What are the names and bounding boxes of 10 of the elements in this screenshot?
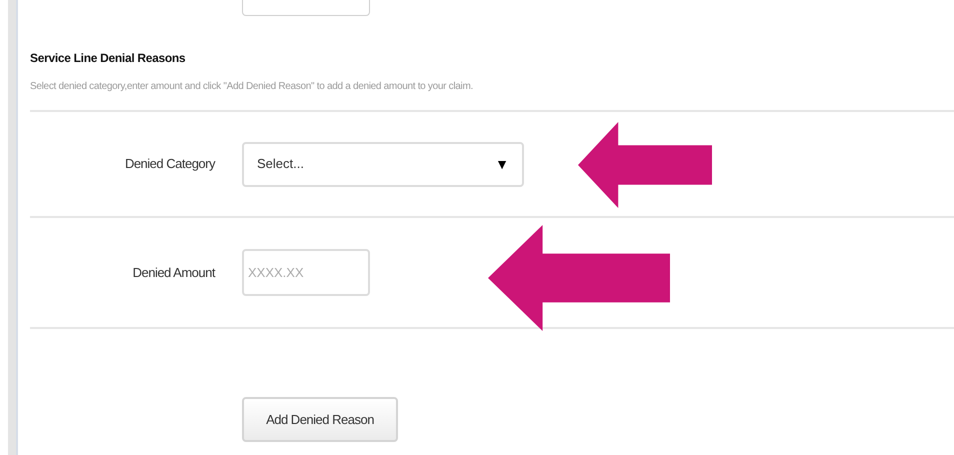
category-dropdown[interactable]: Select... ▼ (242, 142, 524, 186)
caret-icon: ▼ (495, 154, 509, 174)
field-label: Denied Category (124, 155, 215, 174)
section-description: Select denied category,enter amount and click "Add Denied Reason" to add a denied amount to your claim. (30, 80, 474, 94)
partial-button[interactable] (242, 0, 370, 16)
section-title: Service Line Denial Reasons (30, 50, 186, 67)
field-label: Denied Amount (132, 264, 215, 282)
amount-field[interactable]: XXXX.XX (242, 249, 370, 296)
add-denied-reason-button[interactable]: Add Denied Reason (242, 397, 398, 442)
dropdown-value: Select... (257, 155, 304, 174)
